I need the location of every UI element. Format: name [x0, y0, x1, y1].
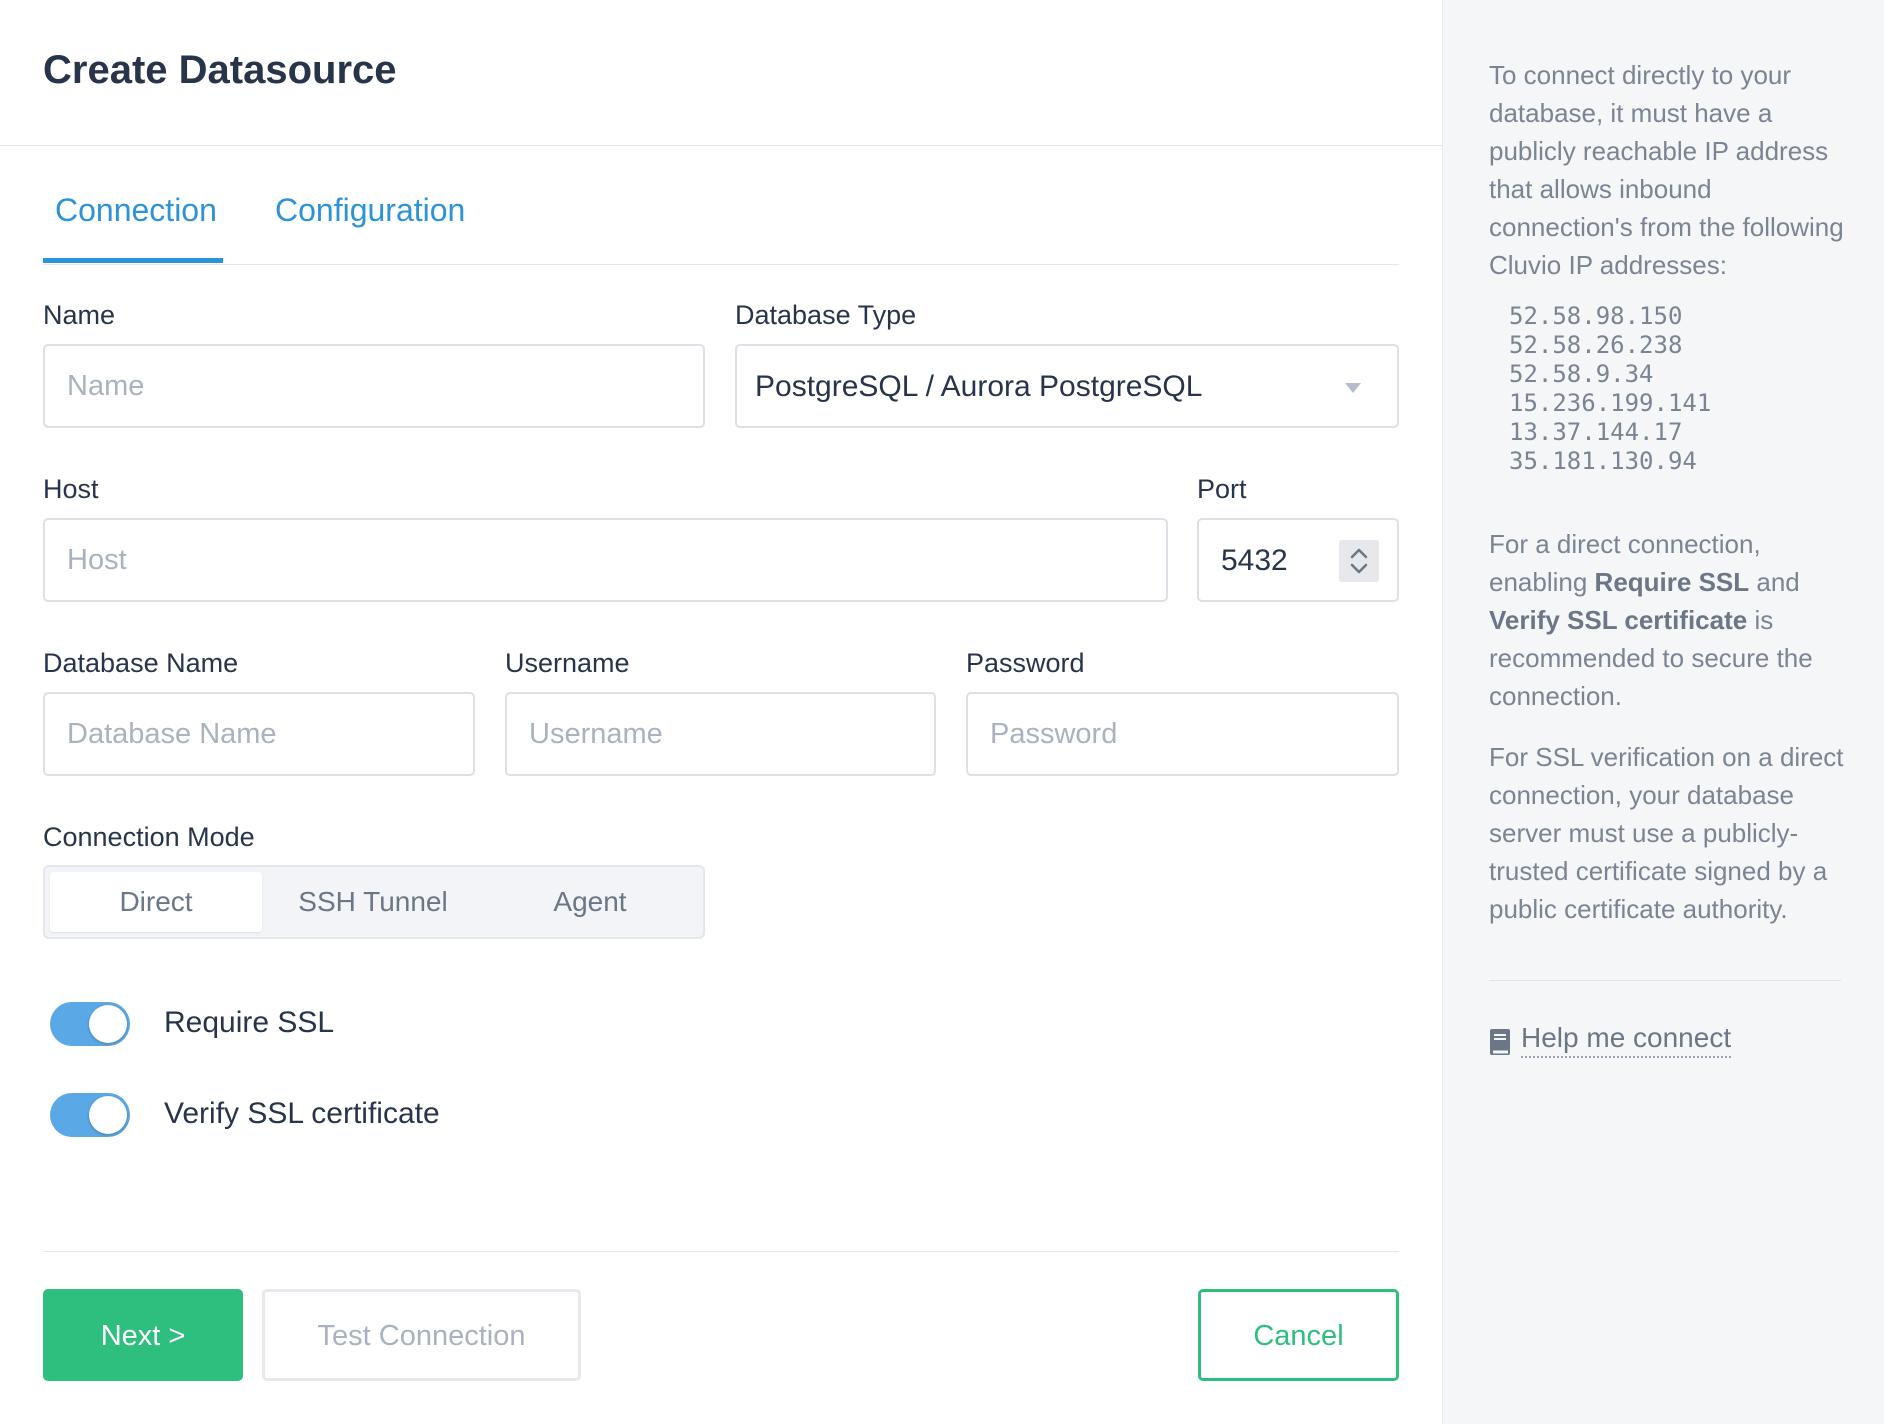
mode-direct-button[interactable]: Direct [50, 872, 262, 932]
port-value: 5432 [1221, 544, 1288, 577]
cancel-button[interactable]: Cancel [1198, 1289, 1399, 1381]
header-divider [0, 145, 1442, 146]
connection-mode-label: Connection Mode [43, 822, 255, 852]
name-label: Name [43, 300, 116, 330]
database-type-value: PostgreSQL / Aurora PostgreSQL [755, 370, 1203, 403]
database-name-input[interactable] [43, 692, 475, 776]
ip-address: 52.58.9.34 [1509, 360, 1654, 388]
password-input[interactable] [966, 692, 1399, 776]
active-tab-indicator [43, 258, 223, 263]
next-button[interactable]: Next > [43, 1289, 243, 1381]
database-type-select[interactable]: PostgreSQL / Aurora PostgreSQL [735, 344, 1399, 428]
connection-mode-segmented: Direct SSH Tunnel Agent [43, 865, 705, 939]
dropdown-caret-icon [1345, 383, 1361, 393]
password-label: Password [966, 648, 1085, 678]
name-input[interactable] [43, 344, 705, 428]
help-link-text[interactable]: Help me connect [1521, 1022, 1732, 1058]
toggle-knob [89, 1005, 127, 1043]
main-panel: Create Datasource Connection Configurati… [0, 0, 1442, 1424]
help-sidebar: To connect directly to your database, it… [1442, 0, 1884, 1424]
verify-ssl-label: Verify SSL certificate [164, 1097, 440, 1130]
ssl-note-text: and [1749, 567, 1800, 597]
username-input[interactable] [505, 692, 936, 776]
ip-address: 52.58.98.150 [1509, 302, 1683, 330]
require-ssl-toggle[interactable] [50, 1002, 130, 1046]
ip-address: 35.181.130.94 [1509, 447, 1697, 475]
ip-address: 52.58.26.238 [1509, 331, 1683, 359]
sidebar-verification-note: For SSL verification on a direct connect… [1489, 742, 1844, 924]
host-label: Host [43, 474, 99, 504]
test-connection-button[interactable]: Test Connection [262, 1289, 581, 1381]
page-title: Create Datasource [43, 48, 397, 92]
sidebar-intro: To connect directly to your database, it… [1489, 60, 1844, 280]
footer-divider [43, 1251, 1399, 1252]
chevron-up-down-icon [1350, 548, 1368, 574]
database-type-label: Database Type [735, 300, 917, 330]
tab-configuration[interactable]: Configuration [275, 192, 465, 229]
port-stepper[interactable] [1339, 540, 1379, 582]
tab-connection[interactable]: Connection [55, 192, 217, 229]
port-label: Port [1197, 474, 1247, 504]
toggle-knob [89, 1096, 127, 1134]
tab-bar: Connection Configuration [43, 192, 1399, 265]
book-icon [1490, 1029, 1510, 1055]
database-name-label: Database Name [43, 648, 239, 678]
mode-ssh-tunnel-button[interactable]: SSH Tunnel [267, 872, 479, 932]
host-input[interactable] [43, 518, 1168, 602]
ip-address: 15.236.199.141 [1509, 389, 1712, 417]
mode-agent-button[interactable]: Agent [484, 872, 696, 932]
sidebar-ssl-note: For a direct connection, enabling Requir… [1489, 525, 1849, 715]
ssl-note-verify: Verify SSL certificate [1489, 605, 1748, 635]
username-label: Username [505, 648, 630, 678]
ip-address: 13.37.144.17 [1509, 418, 1683, 446]
ssl-note-require: Require SSL [1594, 567, 1750, 597]
verify-ssl-toggle[interactable] [50, 1093, 130, 1137]
sidebar-divider [1489, 980, 1841, 981]
require-ssl-label: Require SSL [164, 1006, 335, 1039]
ip-address-list: 52.58.98.150 52.58.26.238 52.58.9.34 15.… [1509, 302, 1711, 476]
port-input[interactable]: 5432 [1197, 518, 1399, 602]
